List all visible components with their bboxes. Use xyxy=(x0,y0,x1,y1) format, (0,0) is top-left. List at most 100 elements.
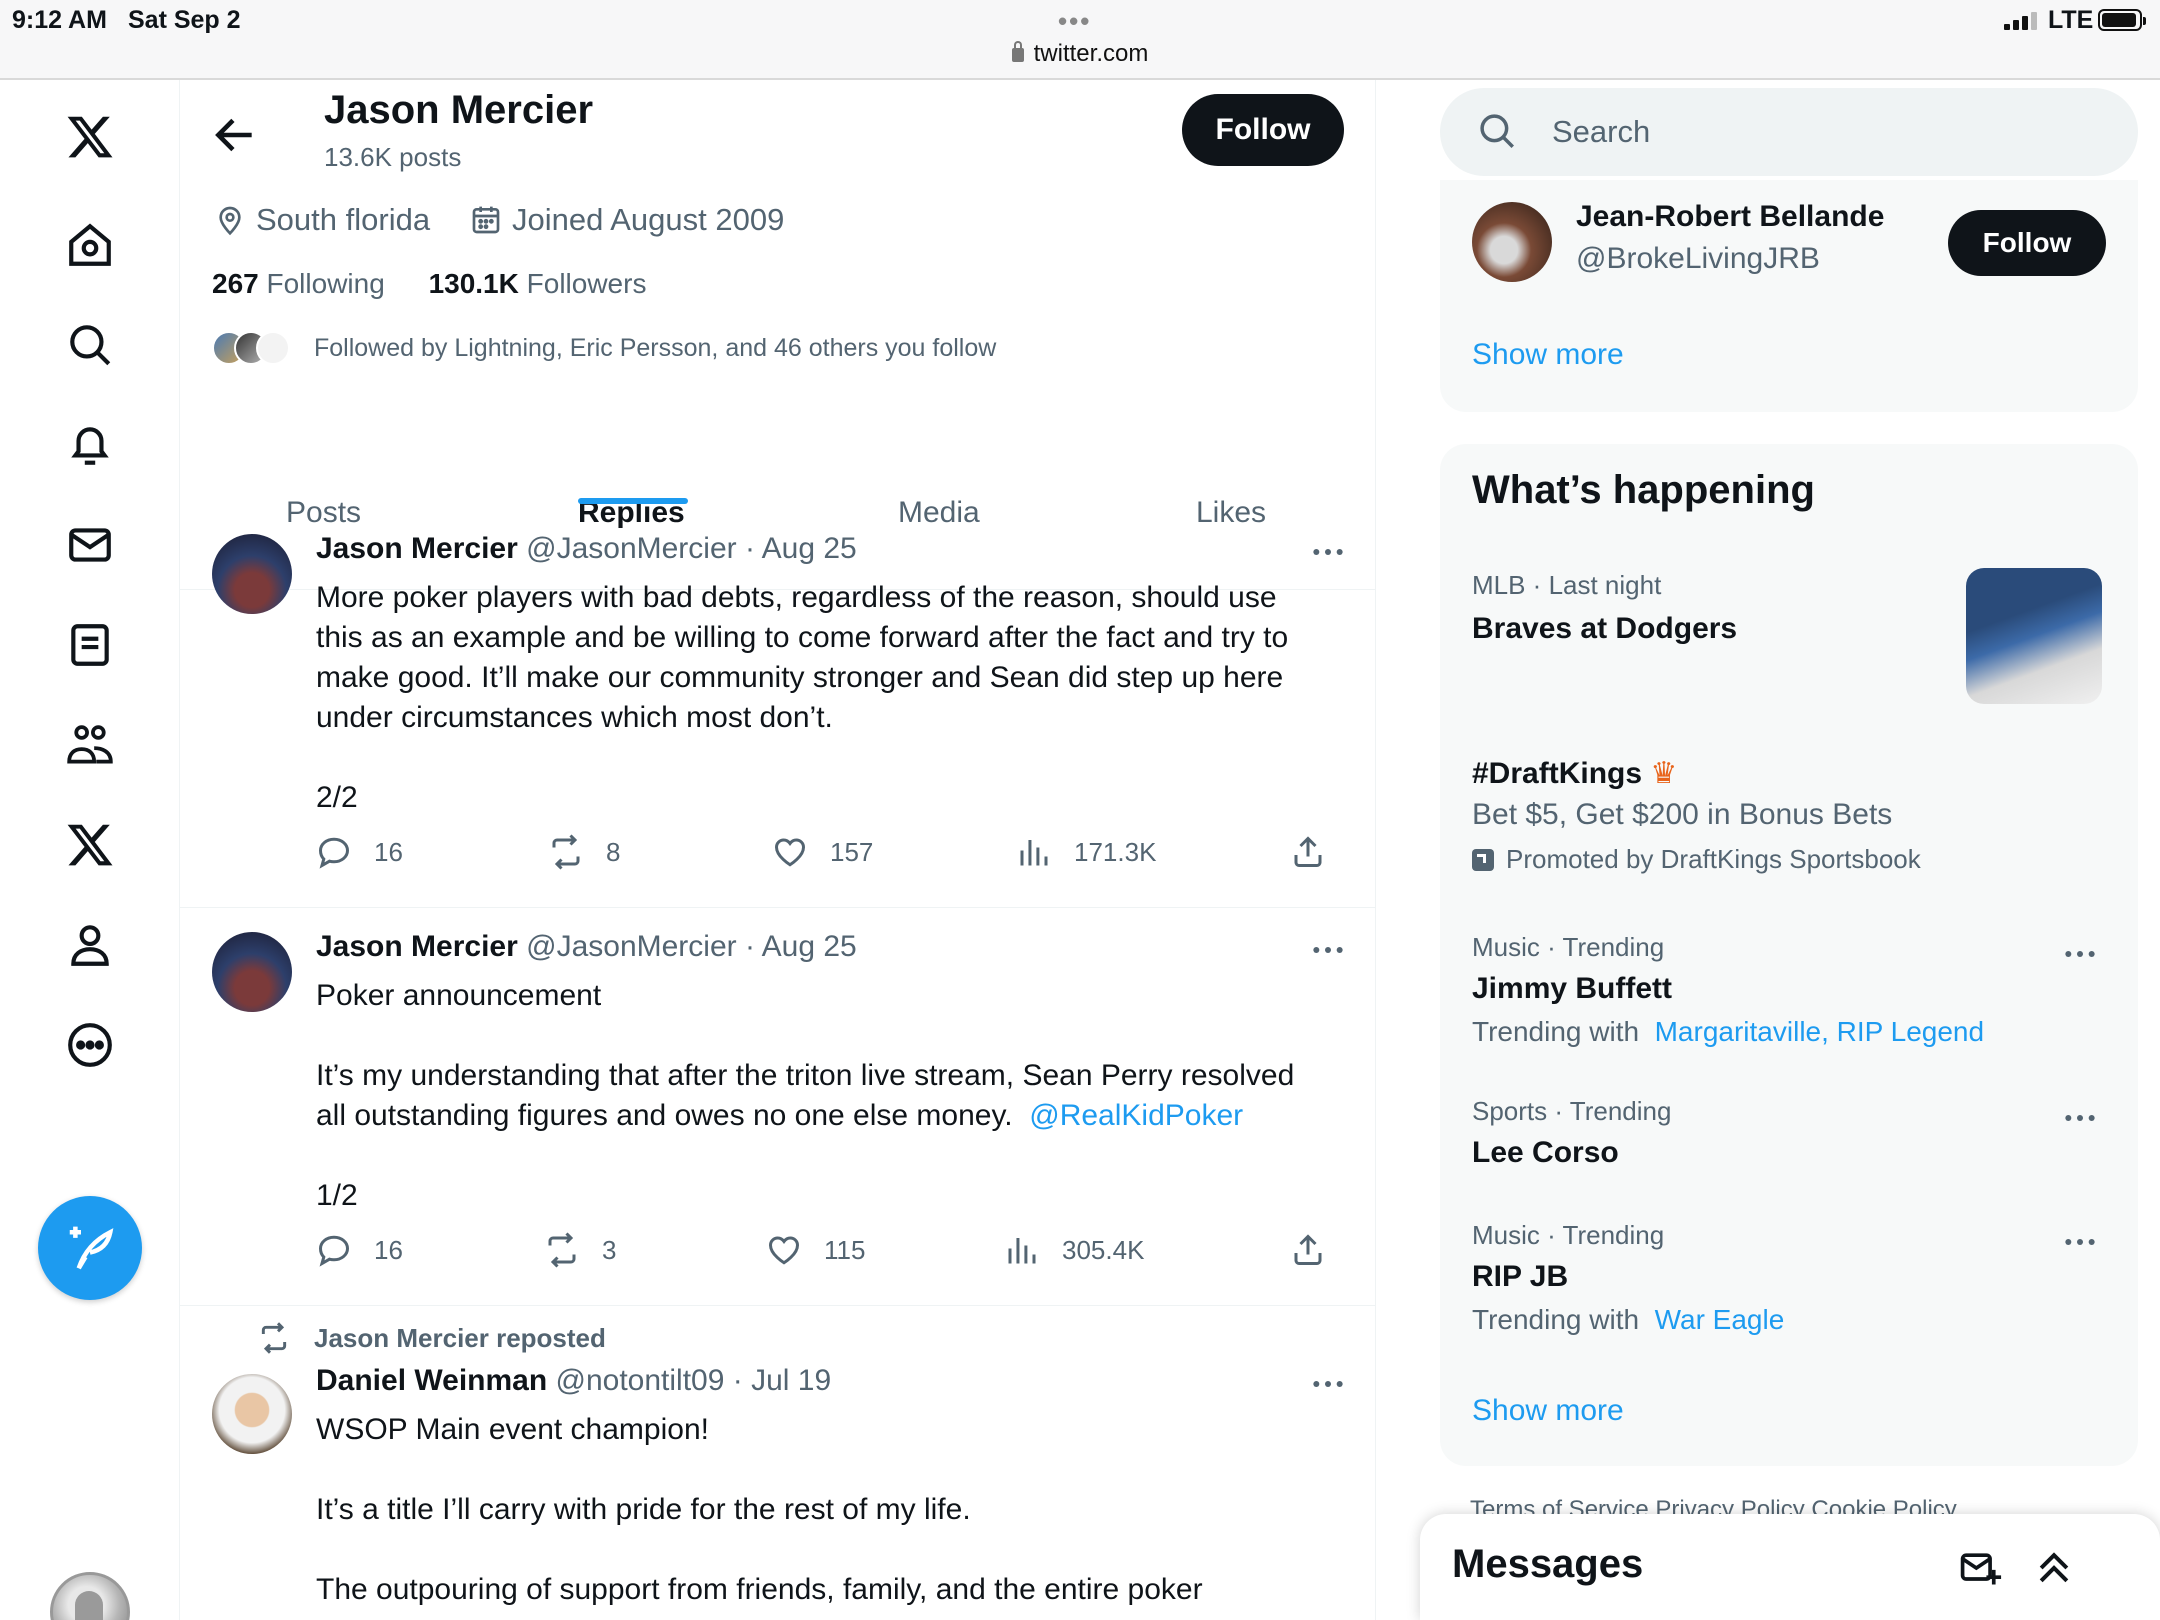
views-count: 171.3K xyxy=(1074,836,1157,867)
like-button[interactable]: 157 xyxy=(772,834,873,870)
tweet-text-segment: all outstanding figures and owes no one … xyxy=(316,1099,1013,1132)
tweet-author-name[interactable]: Jason Mercier xyxy=(316,532,518,565)
trend-title[interactable]: Jimmy Buffett xyxy=(1472,972,1672,1006)
trend-title[interactable]: #DraftKings ♛ xyxy=(1472,756,1677,791)
address-bar[interactable]: twitter.com xyxy=(0,40,2160,68)
following-label: Following xyxy=(266,268,385,299)
suggested-user-handle[interactable]: @BrokeLivingJRB xyxy=(1576,242,1820,276)
notifications-icon[interactable] xyxy=(55,410,125,480)
following-link[interactable]: 267 Following xyxy=(212,268,385,299)
trend-thumbnail[interactable] xyxy=(1966,568,2102,704)
share-button[interactable] xyxy=(1290,834,1348,870)
tweet-avatar[interactable] xyxy=(212,1374,292,1454)
search-icon xyxy=(1480,114,1514,148)
messages-drawer[interactable]: Messages xyxy=(1420,1514,2160,1620)
followed-by-row[interactable]: Followed by Lightning, Eric Persson, and… xyxy=(212,328,996,368)
search-icon[interactable] xyxy=(55,310,125,380)
trend-title[interactable]: Lee Corso xyxy=(1472,1136,1619,1170)
communities-icon[interactable] xyxy=(55,710,125,780)
trend-title[interactable]: RIP JB xyxy=(1472,1260,1568,1294)
trending-with-label: Trending with xyxy=(1472,1304,1640,1335)
trend-subtitle: Bet $5, Get $200 in Bonus Bets xyxy=(1472,798,1893,831)
profile-main-column: Jason Mercier 13.6K posts Follow South f… xyxy=(180,80,1376,1620)
status-time: 9:12 AM xyxy=(12,6,107,34)
reply-count: 16 xyxy=(374,1234,403,1265)
like-button[interactable]: 115 xyxy=(766,1232,865,1268)
profile-joined: Joined August 2009 xyxy=(470,202,784,238)
search-box[interactable]: Search xyxy=(1440,88,2138,176)
suggested-user-avatar[interactable] xyxy=(1472,202,1552,282)
tweet-date[interactable]: · Jul 19 xyxy=(733,1364,831,1397)
status-date: Sat Sep 2 xyxy=(128,6,241,34)
views-chart-icon xyxy=(1020,840,1048,866)
more-options-icon[interactable] xyxy=(2060,1098,2100,1138)
tweet[interactable]: Jason Mercier @JasonMercier · Aug 25 Pok… xyxy=(180,908,1375,1306)
profile-header-name: Jason Mercier xyxy=(324,88,594,132)
trend-title[interactable]: Braves at Dodgers xyxy=(1472,612,1737,646)
show-more-link[interactable]: Show more xyxy=(1472,1394,1624,1428)
repost-count: 3 xyxy=(602,1234,617,1265)
repost-context[interactable]: Jason Mercier reposted xyxy=(258,1322,606,1354)
back-arrow-icon[interactable] xyxy=(210,110,260,160)
more-options-icon[interactable] xyxy=(1308,532,1348,572)
suggested-follow-button[interactable]: Follow xyxy=(1948,210,2106,276)
tweet-avatar[interactable] xyxy=(212,932,292,1012)
tweet-date[interactable]: · Aug 25 xyxy=(745,930,857,963)
trend-link[interactable]: War Eagle xyxy=(1655,1304,1785,1335)
suggested-user-name[interactable]: Jean-Robert Bellande xyxy=(1576,200,1884,234)
followers-label: Followers xyxy=(526,268,647,299)
tweet-text-line xyxy=(316,1016,1326,1056)
more-options-icon[interactable] xyxy=(2060,1222,2100,1262)
battery-icon xyxy=(2098,9,2146,31)
tweet-author-handle[interactable]: @JasonMercier xyxy=(526,532,737,565)
promoted-label: Promoted by DraftKings Sportsbook xyxy=(1472,844,1921,875)
network-label: LTE xyxy=(2048,6,2094,34)
follow-button[interactable]: Follow xyxy=(1182,94,1344,166)
multitask-dots-icon[interactable]: ••• xyxy=(1058,6,1091,37)
repost-icon xyxy=(261,1322,287,1354)
views-button[interactable]: 305.4K xyxy=(1004,1232,1144,1268)
repost-button[interactable]: 3 xyxy=(544,1232,616,1268)
compose-button[interactable] xyxy=(38,1196,142,1300)
trend-meta: Music · Trending xyxy=(1472,1220,1665,1250)
mention-link[interactable]: @RealKidPoker xyxy=(1029,1099,1243,1132)
trend-link[interactable]: Margaritaville xyxy=(1655,1016,1822,1047)
reply-button[interactable]: 16 xyxy=(316,1232,403,1268)
tweet-avatar[interactable] xyxy=(212,534,292,614)
more-options-icon[interactable] xyxy=(2060,934,2100,974)
share-icon xyxy=(1294,1234,1322,1265)
more-options-icon[interactable] xyxy=(1308,1364,1348,1404)
tweet[interactable]: Jason Mercier reposted Daniel Weinman @n… xyxy=(180,1306,1375,1620)
new-message-icon[interactable] xyxy=(1958,1546,2002,1590)
home-icon[interactable] xyxy=(55,210,125,280)
more-options-icon[interactable] xyxy=(1308,930,1348,970)
share-button[interactable] xyxy=(1290,1232,1348,1268)
more-icon[interactable] xyxy=(55,1010,125,1080)
account-avatar[interactable] xyxy=(50,1572,130,1620)
reply-icon xyxy=(318,1235,350,1267)
tweet[interactable]: Jason Mercier @JasonMercier · Aug 25 Mor… xyxy=(180,510,1375,908)
repost-button[interactable]: 8 xyxy=(548,834,620,870)
tweet-text: More poker players with bad debts, regar… xyxy=(316,578,1326,818)
expand-up-icon[interactable] xyxy=(2032,1546,2076,1590)
lock-icon xyxy=(1011,41,1024,62)
tweet-text-line: 2/2 xyxy=(316,781,358,814)
views-chart-icon xyxy=(1008,1238,1036,1264)
tweet-author-name[interactable]: Jason Mercier xyxy=(316,930,518,963)
show-more-link[interactable]: Show more xyxy=(1472,338,1624,372)
tweet-author-handle[interactable]: @JasonMercier xyxy=(526,930,737,963)
tweet-author-name[interactable]: Daniel Weinman xyxy=(316,1364,547,1397)
messages-icon[interactable] xyxy=(55,510,125,580)
tweet-author-handle[interactable]: @notontilt09 xyxy=(556,1364,725,1397)
tweet-date[interactable]: · Aug 25 xyxy=(745,532,857,565)
x-logo-icon[interactable] xyxy=(55,102,125,172)
trend-link[interactable]: RIP Legend xyxy=(1837,1016,1984,1047)
followers-link[interactable]: 130.1K Followers xyxy=(429,268,647,299)
reply-button[interactable]: 16 xyxy=(316,834,403,870)
premium-x-icon[interactable] xyxy=(55,810,125,880)
tweet-text-line xyxy=(316,1530,1326,1570)
location-text: South florida xyxy=(256,202,431,237)
lists-icon[interactable] xyxy=(55,610,125,680)
profile-icon[interactable] xyxy=(55,910,125,980)
views-button[interactable]: 171.3K xyxy=(1016,834,1156,870)
